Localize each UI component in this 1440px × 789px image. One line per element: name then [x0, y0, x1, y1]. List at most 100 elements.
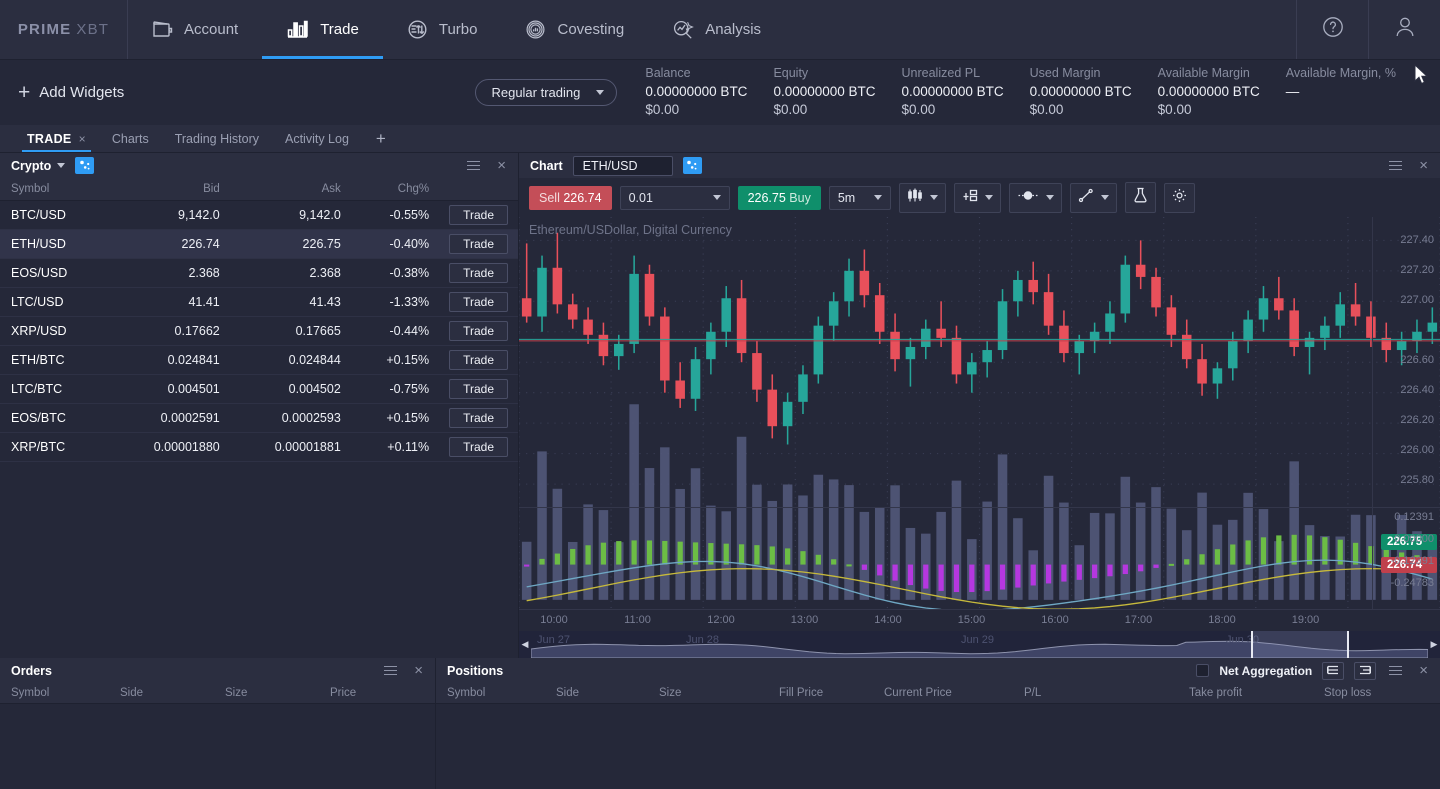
trade-button[interactable]: Trade: [449, 263, 508, 283]
positions-menu-icon[interactable]: [1386, 663, 1405, 678]
nav-item-covesting[interactable]: Covesting: [501, 0, 648, 59]
chart-navigator[interactable]: ◀ Jun 27 Jun 28 Jun 29 Jun 30 ▶: [519, 631, 1440, 658]
positions-close-icon[interactable]: ×: [1415, 661, 1432, 680]
nav-label-covesting: Covesting: [557, 21, 625, 38]
navigator-scroll-right[interactable]: ▶: [1428, 631, 1440, 658]
trade-button[interactable]: Trade: [449, 234, 508, 254]
chart-settings-button[interactable]: [1163, 182, 1195, 213]
watchlist-title: Crypto: [11, 158, 52, 173]
nav-item-analysis[interactable]: Analysis: [648, 0, 785, 59]
table-row[interactable]: ETH/BTC 0.024841 0.024844 +0.15% Trade: [0, 345, 518, 375]
tab-charts[interactable]: Charts: [99, 125, 162, 152]
col-size[interactable]: Size: [659, 687, 779, 699]
stat-label: Unrealized PL: [901, 65, 981, 80]
timeframe-select[interactable]: 5m: [828, 185, 891, 210]
nav-item-account[interactable]: Account: [128, 0, 262, 59]
chart-canvas[interactable]: [519, 217, 1440, 609]
col-price[interactable]: Price: [330, 687, 435, 699]
trade-button[interactable]: Trade: [449, 379, 508, 399]
table-row[interactable]: BTC/USD 9,142.0 9,142.0 -0.55% Trade: [0, 200, 518, 230]
orders-title: Orders: [11, 663, 52, 678]
drawing-tool-button[interactable]: [1069, 182, 1117, 213]
chart-type-button[interactable]: [898, 182, 946, 213]
table-row[interactable]: ETH/USD 226.74 226.75 -0.40% Trade: [0, 229, 518, 259]
link-symbol-icon[interactable]: [682, 157, 702, 174]
table-row[interactable]: XRP/USD 0.17662 0.17665 -0.44% Trade: [0, 316, 518, 346]
tab-trading-history[interactable]: Trading History: [162, 125, 272, 152]
col-side[interactable]: Side: [556, 687, 659, 699]
time-indicator-icon: [1017, 188, 1039, 208]
table-row[interactable]: EOS/BTC 0.0002591 0.0002593 +0.15% Trade: [0, 403, 518, 433]
price-axis[interactable]: 227.40 227.20 227.00 226.60 226.40 226.20 226.…: [1372, 217, 1440, 609]
trade-button[interactable]: Trade: [449, 408, 508, 428]
cell-chg: -0.40%: [350, 229, 440, 259]
trade-button[interactable]: Trade: [449, 321, 508, 341]
time-tick-label: 13:00: [790, 614, 819, 626]
orders-menu-icon[interactable]: [381, 663, 400, 678]
navigator-scroll-left[interactable]: ◀: [519, 631, 531, 658]
chart-menu-icon[interactable]: [1386, 158, 1405, 173]
col-ask[interactable]: Ask: [229, 178, 351, 201]
expand-rows-icon[interactable]: [1322, 661, 1345, 680]
col-symbol[interactable]: Symbol: [436, 687, 556, 699]
orders-close-icon[interactable]: ×: [410, 661, 427, 680]
macd-tick-label: -0.24783: [1390, 577, 1434, 589]
table-row[interactable]: LTC/USD 41.41 41.43 -1.33% Trade: [0, 287, 518, 317]
link-symbol-icon[interactable]: [75, 157, 95, 174]
quantity-select[interactable]: 0.01: [619, 185, 730, 210]
compare-icon: [962, 188, 978, 208]
nav-item-turbo[interactable]: Turbo: [383, 0, 502, 59]
compare-button[interactable]: [953, 182, 1001, 213]
add-widgets-button[interactable]: + Add Widgets: [18, 82, 475, 103]
col-pl[interactable]: P/L: [1024, 687, 1189, 699]
nav-item-trade[interactable]: Trade: [262, 0, 383, 59]
time-axis[interactable]: 10:00 11:00 12:00 13:00 14:00 15:00 16:00 17:00…: [519, 609, 1440, 631]
tab-close-icon[interactable]: ×: [79, 132, 86, 146]
watchlist-menu-icon[interactable]: [464, 158, 483, 173]
watchlist-rows: BTC/USD 9,142.0 9,142.0 -0.55% Trade ETH/USD 2…: [0, 200, 518, 462]
sell-button[interactable]: Sell 226.74: [529, 185, 612, 210]
col-symbol[interactable]: Symbol: [0, 687, 120, 699]
watchlist-group-select[interactable]: Crypto: [11, 158, 66, 173]
trade-button[interactable]: Trade: [449, 437, 508, 457]
table-row[interactable]: EOS/USD 2.368 2.368 -0.38% Trade: [0, 258, 518, 288]
col-size[interactable]: Size: [225, 687, 330, 699]
cell-ask: 9,142.0: [229, 200, 351, 230]
cell-action: Trade: [439, 287, 518, 317]
col-current-price[interactable]: Current Price: [884, 687, 1024, 699]
trading-mode-select[interactable]: Regular trading: [475, 79, 618, 106]
trade-button[interactable]: Trade: [449, 350, 508, 370]
chart-plot-area[interactable]: Ethereum/USDollar, Digital Currency 227.…: [519, 217, 1440, 609]
navigator-track[interactable]: Jun 27 Jun 28 Jun 29 Jun 30: [530, 631, 1429, 658]
col-symbol[interactable]: Symbol: [0, 178, 109, 201]
indicators-button[interactable]: [1124, 182, 1156, 213]
add-tab-button[interactable]: +: [362, 125, 400, 152]
buy-button[interactable]: 226.75 Buy: [737, 185, 821, 210]
col-fill-price[interactable]: Fill Price: [779, 687, 884, 699]
col-stop-loss[interactable]: Stop loss: [1324, 687, 1440, 699]
col-side[interactable]: Side: [120, 687, 225, 699]
workspace-tab-strip: TRADE × Charts Trading History Activity …: [0, 125, 1440, 153]
cell-ask: 0.17665: [229, 316, 351, 346]
collapse-rows-icon[interactable]: [1354, 661, 1377, 680]
trade-button[interactable]: Trade: [449, 292, 508, 312]
col-bid[interactable]: Bid: [108, 178, 230, 201]
help-button[interactable]: [1296, 0, 1368, 59]
table-row[interactable]: XRP/BTC 0.00001880 0.00001881 +0.11% Trade: [0, 432, 518, 462]
col-take-profit[interactable]: Take profit: [1189, 687, 1324, 699]
chart-close-icon[interactable]: ×: [1415, 156, 1432, 175]
cell-chg: -0.75%: [350, 374, 440, 404]
tab-activity-log[interactable]: Activity Log: [272, 125, 362, 152]
cell-chg: +0.15%: [350, 345, 440, 375]
table-row[interactable]: LTC/BTC 0.004501 0.004502 -0.75% Trade: [0, 374, 518, 404]
trade-button[interactable]: Trade: [449, 205, 508, 225]
chart-symbol-input[interactable]: [572, 155, 673, 176]
col-chg[interactable]: Chg%: [350, 178, 440, 201]
net-aggregation-checkbox[interactable]: [1196, 664, 1210, 677]
watchlist-close-icon[interactable]: ×: [493, 156, 510, 175]
navigator-window[interactable]: [1251, 631, 1349, 658]
profile-button[interactable]: [1368, 0, 1440, 59]
time-indicator-button[interactable]: [1008, 182, 1062, 213]
tab-trade[interactable]: TRADE ×: [14, 125, 99, 152]
brand-logo[interactable]: PRIME XBT: [0, 0, 128, 59]
